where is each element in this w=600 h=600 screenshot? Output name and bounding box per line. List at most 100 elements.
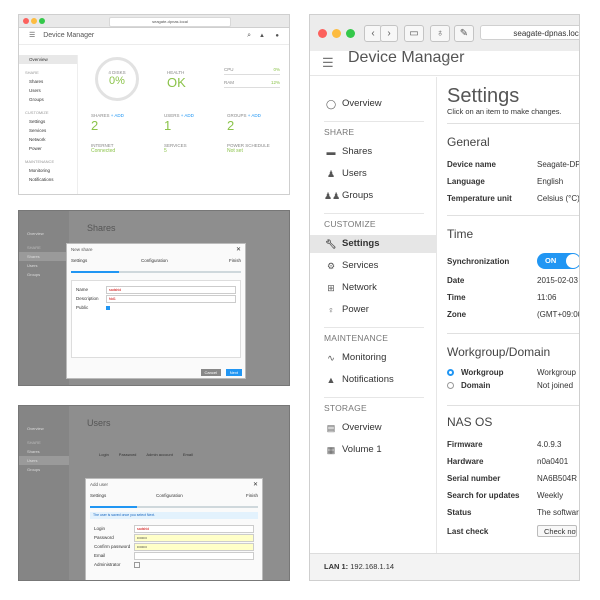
dim-nav-users[interactable]: Users (19, 456, 69, 465)
shares-tile[interactable]: SHARES + ADD 2 (91, 113, 124, 133)
wizard-progress (71, 271, 119, 273)
sidebar-item-users[interactable]: ♟ Users (310, 165, 436, 183)
app-title: Device Manager (43, 32, 95, 39)
lan-status: LAN 1: 192.168.1.14 (324, 562, 394, 571)
dialog-title: Add user (90, 482, 109, 487)
public-checkbox[interactable] (106, 305, 110, 310)
sidebar-item-settings[interactable]: Settings (19, 117, 77, 126)
time-value: 11:06 (537, 293, 557, 302)
section-maintenance: MAINTENANCE (25, 159, 55, 164)
firmware-value: 4.0.9.3 (537, 440, 562, 449)
disks-ring[interactable]: 4 DISKS 0% (95, 57, 139, 101)
sidebar-item-notifications[interactable]: ▲ Notifications (310, 371, 436, 389)
dim-nav-overview[interactable]: Overview (19, 424, 69, 433)
admin-checkbox[interactable] (134, 561, 140, 568)
sidebar-item-notifications[interactable]: Notifications (19, 175, 77, 184)
sidebar-item-overview[interactable]: Overview (19, 55, 77, 64)
dim-nav-shares[interactable]: Shares (19, 252, 69, 261)
dim-nav-groups[interactable]: Groups (19, 465, 69, 474)
address-bar[interactable]: seagate-dpnas.local (480, 25, 579, 40)
minimize-dot-icon[interactable] (332, 29, 341, 38)
dim-nav-users[interactable]: Users (19, 261, 69, 270)
dim-nav-groups[interactable]: Groups (19, 270, 69, 279)
zoom-dot-icon[interactable] (346, 29, 355, 38)
sidebar-item-shares[interactable]: ▬ Shares (310, 143, 436, 161)
sidebar-item-power[interactable]: ♀ Power (310, 301, 436, 319)
login-input[interactable]: sadshid (134, 524, 254, 533)
next-button[interactable]: Next (225, 369, 242, 376)
sidebar-item-overview[interactable]: ◯ Overview (310, 95, 436, 113)
sidebar-item-label: Network (342, 282, 377, 293)
sidebar-item-network[interactable]: Network (19, 135, 77, 144)
close-dot-icon[interactable] (318, 29, 327, 38)
health-tile[interactable]: HEALTH OK (167, 70, 186, 90)
groups-tile[interactable]: GROUPS + ADD 2 (227, 113, 261, 133)
sidebar-item-storage-overview[interactable]: ▤ Overview (310, 419, 436, 437)
device-name-label: Device name (447, 160, 496, 169)
chevron-down-icon[interactable]: ▾ (446, 56, 450, 65)
check-now-button[interactable]: Check now (537, 525, 577, 537)
domain-radio[interactable] (447, 382, 454, 389)
dim-nav-overview[interactable]: Overview (19, 229, 69, 238)
sidebar-item-label: Shares (342, 146, 373, 157)
services-tile[interactable]: SERVICES 5 (164, 143, 187, 154)
confirm-password-input[interactable]: •••••••• (134, 542, 254, 551)
shares-value: 2 (91, 118, 99, 133)
bell-icon[interactable]: ▲ (259, 28, 265, 44)
sidebar-item-volume-1[interactable]: ▦ Volume 1 (310, 441, 436, 459)
name-input[interactable]: sadshid (106, 285, 236, 294)
wrench-icon: 🔧︎ (325, 239, 337, 249)
cpu-tile[interactable]: CPU 0% RAM 12% (224, 67, 280, 88)
users-tile[interactable]: USERS + ADD 1 (164, 113, 194, 133)
dim-nav-shares[interactable]: Shares (19, 447, 69, 456)
extension-icon[interactable]: ♁ (430, 25, 450, 42)
form-row-public: Public (76, 303, 236, 312)
description-input[interactable]: fdd1 (106, 294, 236, 303)
sidebar-item-shares[interactable]: Shares (19, 77, 77, 86)
dashboard-thumbnail: seagate-dpnas.local ☰ Device Manager ⌕ ▲… (18, 14, 290, 195)
wizard-progress (90, 506, 138, 508)
groups-add-link[interactable]: + ADD (248, 113, 261, 118)
close-icon[interactable]: ✕ (236, 246, 241, 253)
step-settings: Settings (71, 258, 88, 263)
sidebar-item-settings[interactable]: 🔧︎ Settings (310, 235, 436, 253)
settings-main: Settings Click on an item to make change… (436, 77, 579, 553)
sidebar-item-power[interactable]: Power (19, 144, 77, 153)
sidebar-toggle-icon[interactable]: ▭ (404, 25, 424, 42)
sidebar: ◯ Overview SHARE ▬ Shares ♟ Users ♟♟ Gro… (310, 77, 436, 553)
shares-add-link[interactable]: + ADD (111, 113, 124, 118)
search-icon[interactable]: ⌕ (247, 28, 251, 44)
address-bar[interactable]: seagate-dpnas.local (109, 17, 231, 27)
close-icon[interactable]: ✕ (253, 481, 258, 488)
internet-tile[interactable]: INTERNET Connected (91, 143, 115, 154)
power-tile[interactable]: POWER SCHEDULE Not set (227, 143, 270, 154)
password-input[interactable]: •••••••• (134, 533, 254, 542)
forward-icon[interactable]: › (380, 25, 398, 42)
sidebar-item-monitoring[interactable]: ∿ Monitoring (310, 349, 436, 367)
sidebar-item-users[interactable]: Users (19, 86, 77, 95)
minimize-dot-icon[interactable] (31, 18, 37, 24)
sidebar-item-services[interactable]: ⚙ Services (310, 257, 436, 275)
email-input[interactable] (134, 551, 254, 560)
zoom-dot-icon[interactable] (39, 18, 45, 24)
password-icon[interactable]: ✎ (454, 25, 474, 42)
synchronization-toggle[interactable]: ON (537, 253, 579, 269)
users-add-link[interactable]: + ADD (181, 113, 194, 118)
status-value: The software is up to date (537, 508, 579, 517)
hamburger-icon[interactable]: ☰ (322, 55, 334, 71)
hamburger-icon[interactable]: ☰ (29, 32, 35, 39)
sidebar-item-network[interactable]: ⊞ Network (310, 279, 436, 297)
help-icon[interactable]: ● (275, 28, 279, 44)
sidebar-item-services[interactable]: Services (19, 126, 77, 135)
field-label: Login (94, 526, 106, 531)
sidebar-item-monitoring[interactable]: Monitoring (19, 166, 77, 175)
sidebar-item-groups[interactable]: ♟♟ Groups (310, 187, 436, 205)
divider (447, 215, 579, 216)
lan-label: LAN 1: (324, 562, 349, 571)
sidebar-item-groups[interactable]: Groups (19, 95, 77, 104)
bell-icon: ▲ (326, 375, 336, 385)
cancel-button[interactable]: Cancel (200, 369, 221, 376)
close-dot-icon[interactable] (23, 18, 29, 24)
section-share: SHARE (25, 70, 39, 75)
workgroup-radio[interactable] (447, 369, 454, 376)
